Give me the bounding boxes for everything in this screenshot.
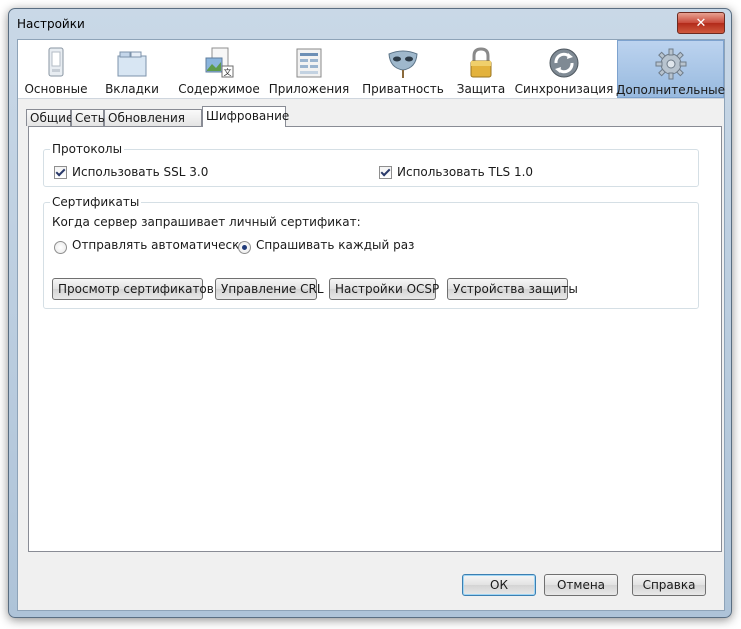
ssl-checkbox[interactable] — [54, 166, 67, 179]
ok-button[interactable]: ОК — [462, 574, 536, 596]
pane-security-button[interactable]: Защита — [454, 40, 508, 98]
pane-sync-label: Синхронизация — [514, 82, 614, 96]
settings-window: Настройки ✕ Основные Вкладки 文 Содержимо… — [8, 8, 732, 618]
cancel-button[interactable]: Отмена — [544, 574, 618, 596]
pane-general-button[interactable]: Основные — [24, 40, 88, 98]
ssl-checkbox-label[interactable]: Использовать SSL 3.0 — [72, 165, 208, 179]
general-icon — [48, 47, 64, 77]
pane-advanced-button[interactable]: Дополнительные — [615, 40, 726, 98]
certificates-group: Сертификаты Когда сервер запрашивает лич… — [43, 195, 699, 309]
certificate-request-prompt: Когда сервер запрашивает личный сертифик… — [52, 215, 361, 229]
close-icon: ✕ — [695, 15, 707, 31]
pane-general-label: Основные — [24, 82, 88, 96]
pane-privacy-button[interactable]: Приватность — [360, 40, 446, 98]
title-bar[interactable]: Настройки ✕ — [9, 9, 731, 39]
certificates-legend: Сертификаты — [50, 195, 142, 209]
privacy-mask-icon — [388, 50, 418, 78]
tls-checkbox[interactable] — [379, 166, 392, 179]
applications-icon — [296, 48, 322, 78]
encryption-panel: Протоколы Использовать SSL 3.0 Использов… — [28, 126, 722, 552]
pane-applications-button[interactable]: Приложения — [268, 40, 350, 98]
content-icon: 文 — [205, 47, 234, 78]
pane-privacy-label: Приватность — [362, 82, 444, 96]
tab-general[interactable]: Общие — [26, 109, 73, 126]
security-lock-icon — [470, 47, 492, 78]
ask-every-time-radio[interactable] — [238, 241, 251, 254]
tab-encryption[interactable]: Шифрование — [202, 106, 289, 127]
tls-checkbox-label[interactable]: Использовать TLS 1.0 — [397, 165, 533, 179]
pane-applications-label: Приложения — [268, 82, 350, 96]
help-button[interactable]: Справка — [632, 574, 706, 596]
tab-updates[interactable]: Обновления — [104, 109, 202, 126]
send-automatically-radio[interactable] — [54, 241, 67, 254]
close-button[interactable]: ✕ — [677, 12, 725, 34]
protocols-legend: Протоколы — [50, 142, 125, 156]
ocsp-settings-button[interactable]: Настройки OCSP — [329, 278, 439, 300]
preferences-toolbar: Основные Вкладки 文 Содержимое Приложения… — [18, 40, 726, 99]
security-devices-button[interactable]: Устройства защиты — [447, 278, 578, 300]
ask-every-time-label[interactable]: Спрашивать каждый раз — [256, 238, 414, 252]
window-title: Настройки — [17, 17, 85, 31]
pane-tabs-label: Вкладки — [105, 82, 159, 96]
dialog-client-area: Основные Вкладки 文 Содержимое Приложения… — [17, 39, 725, 611]
send-automatically-label[interactable]: Отправлять автоматически — [72, 238, 247, 252]
advanced-gear-icon — [655, 48, 686, 80]
protocols-group: Протоколы Использовать SSL 3.0 Использов… — [43, 142, 699, 187]
pane-security-label: Защита — [456, 82, 506, 96]
manage-crl-button[interactable]: Управление CRL — [215, 278, 324, 300]
pane-content-button[interactable]: 文 Содержимое — [178, 40, 260, 98]
tabs-icon — [117, 51, 147, 77]
tab-network[interactable]: Сеть — [71, 109, 105, 126]
pane-advanced-label: Дополнительные — [615, 83, 726, 97]
sync-icon — [549, 48, 579, 78]
pane-content-label: Содержимое — [178, 82, 260, 96]
pane-tabs-button[interactable]: Вкладки — [102, 40, 162, 98]
svg-text:文: 文 — [224, 67, 232, 77]
pane-sync-button[interactable]: Синхронизация — [514, 40, 614, 98]
view-certificates-button[interactable]: Просмотр сертификатов — [52, 278, 214, 300]
